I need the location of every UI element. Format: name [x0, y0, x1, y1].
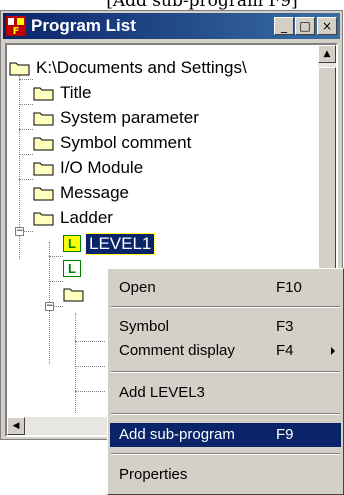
tree-item-level2[interactable]: L: [63, 256, 86, 281]
tree-connector-line: [49, 281, 63, 282]
tree-item-symbol-comment[interactable]: Symbol comment: [33, 130, 191, 155]
tree-item-label: Message: [60, 182, 129, 202]
tree-item-label: Ladder: [60, 207, 113, 227]
tree-root-label: K:\Documents and Settings\: [36, 57, 247, 77]
tree-connector-line: [24, 231, 33, 232]
tree-item-title[interactable]: Title: [33, 80, 92, 105]
tree-item-message[interactable]: Message: [33, 180, 129, 205]
tree-item-system-parameter[interactable]: System parameter: [33, 105, 199, 130]
tree-item-label: Title: [60, 82, 92, 102]
menu-item-symbol[interactable]: Symbol F3: [110, 315, 341, 339]
tree-connector-line: [19, 179, 33, 180]
tree-item-level1[interactable]: L LEVEL1: [63, 231, 156, 256]
tree-connector-line: [75, 313, 76, 413]
tree-root-item[interactable]: K:\Documents and Settings\: [9, 55, 247, 80]
title-bar[interactable]: F Program List _ □ ×: [3, 13, 340, 39]
menu-item-add-sub-program[interactable]: Add sub-program F9: [110, 423, 341, 447]
tree-item-label: Symbol comment: [60, 132, 192, 152]
folder-icon: [63, 288, 84, 301]
menu-separator: [111, 413, 340, 415]
menu-item-comment-display[interactable]: Comment display F4: [110, 339, 341, 363]
tree-item-io-module[interactable]: I/O Module: [33, 155, 143, 180]
scroll-up-button[interactable]: ▲: [318, 45, 336, 63]
tree-connector-line: [49, 256, 63, 257]
folder-icon: [33, 162, 54, 175]
tree-connector-line: [19, 104, 33, 105]
tree-connector-line: [19, 154, 33, 155]
folder-icon: [33, 212, 54, 225]
tree-item-label: System parameter: [60, 107, 199, 127]
tree-connector-line: [54, 306, 63, 307]
collapse-toggle[interactable]: −: [45, 302, 54, 311]
tree-connector-line: [75, 391, 105, 392]
minimize-button[interactable]: _: [274, 17, 294, 35]
menu-item-properties[interactable]: Properties: [110, 463, 341, 487]
menu-separator: [111, 453, 340, 455]
folder-icon: [33, 187, 54, 200]
context-menu: Open F10 Symbol F3 Comment display F4 Ad…: [107, 268, 344, 495]
window-title: Program List: [31, 16, 136, 35]
tree-connector-line: [75, 366, 105, 367]
tree-connector-line: [19, 129, 33, 130]
tree-item-subfolder[interactable]: [63, 281, 90, 306]
folder-icon: [33, 137, 54, 150]
ladder-level-icon: L: [63, 260, 81, 277]
folder-icon: [9, 62, 30, 75]
app-icon: F: [6, 16, 26, 36]
folder-icon: [33, 87, 54, 100]
menu-item-add-level3[interactable]: Add LEVEL3: [110, 381, 341, 405]
svg-text:F: F: [13, 26, 20, 36]
close-button[interactable]: ×: [317, 17, 337, 35]
submenu-arrow-icon: [331, 347, 335, 355]
tree-item-label: I/O Module: [60, 157, 144, 177]
menu-separator: [111, 306, 340, 308]
collapse-toggle[interactable]: −: [15, 227, 24, 236]
tree-item-ladder[interactable]: Ladder: [33, 205, 113, 230]
maximize-button[interactable]: □: [295, 17, 315, 35]
tree-item-label-selected: LEVEL1: [84, 232, 156, 255]
menu-separator: [111, 371, 340, 373]
folder-icon: [33, 112, 54, 125]
ladder-level-icon: L: [63, 235, 81, 252]
scroll-left-button[interactable]: ◀: [7, 417, 25, 435]
menu-item-open[interactable]: Open F10: [110, 276, 341, 300]
tree-connector-line: [75, 341, 105, 342]
